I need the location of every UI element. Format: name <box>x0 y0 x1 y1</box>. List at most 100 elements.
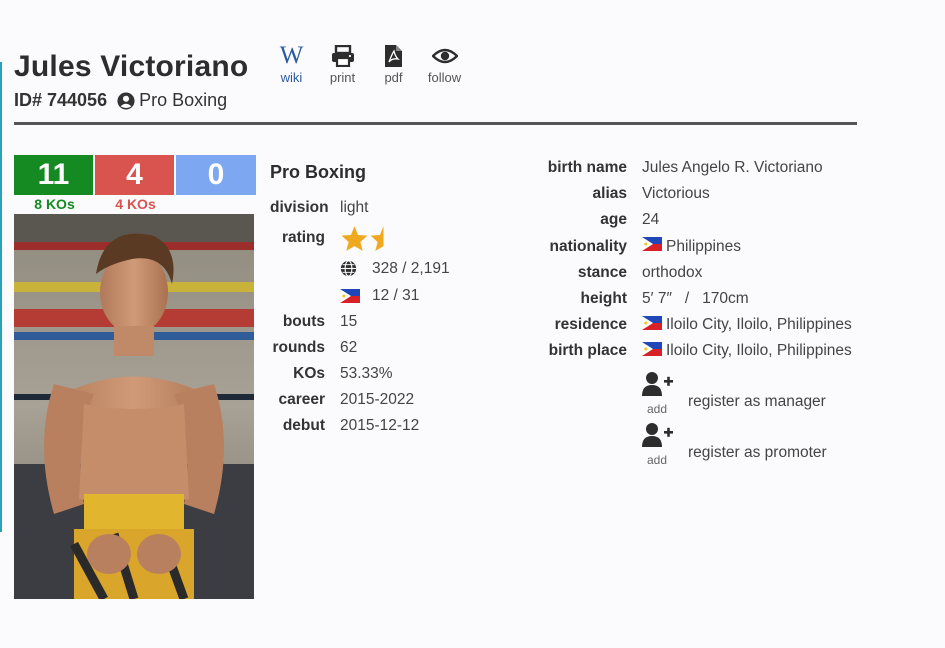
boxer-subline: ID# 744056 Pro Boxing <box>14 90 248 111</box>
philippines-flag-icon <box>340 288 362 303</box>
boxer-id: ID# 744056 <box>14 90 108 110</box>
age-label: age <box>600 211 627 229</box>
height-value: 5′ 7″ / 170cm <box>642 290 749 308</box>
debut-value: 2015-12-12 <box>340 417 420 434</box>
register-manager-link[interactable]: register as manager <box>688 393 826 411</box>
division-label: division <box>270 199 329 216</box>
rating-stars <box>340 225 398 252</box>
kos-row: KOs 53.33% <box>270 361 450 387</box>
printer-icon <box>331 45 354 67</box>
birth-place-label: birth place <box>548 342 627 360</box>
height-label: height <box>580 290 628 308</box>
follow-button[interactable]: follow <box>419 44 470 85</box>
pdf-icon <box>385 45 402 67</box>
ko-counts: 8 KOs 4 KOs <box>14 196 176 212</box>
stance-label: stance <box>577 263 627 281</box>
birth-name-row: birth name Jules Angelo R. Victoriano <box>540 155 852 181</box>
residence-label: residence <box>554 316 627 334</box>
user-circle-icon <box>117 91 135 110</box>
philippines-flag-icon <box>642 315 662 335</box>
wins-box: 11 <box>14 155 93 195</box>
star-full-icon <box>341 225 368 251</box>
boxer-sport: Pro Boxing <box>139 90 228 110</box>
bio-panel: birth name Jules Angelo R. Victoriano al… <box>540 155 852 467</box>
birth-place-value-wrap: Iloilo City, Iloilo, Philippines <box>642 341 852 361</box>
age-value: 24 <box>642 211 660 229</box>
star-half-icon <box>370 225 384 251</box>
record-boxes: 11 4 0 <box>14 155 256 195</box>
nationality-value[interactable]: Philippines <box>666 238 741 256</box>
debut-label: debut <box>282 417 325 434</box>
birth-name-label: birth name <box>547 159 627 177</box>
philippines-flag-icon <box>642 237 662 256</box>
bouts-row: bouts 15 <box>270 309 450 335</box>
career-row: career 2015-2022 <box>270 387 450 413</box>
rounds-label: rounds <box>272 339 325 356</box>
rating-row: rating <box>270 221 450 255</box>
pdf-label: pdf <box>384 70 403 85</box>
residence-value[interactable]: Iloilo City, Iloilo, Philippines <box>666 316 852 334</box>
add-label: add <box>646 401 668 416</box>
kos-value: 53.33% <box>340 365 393 382</box>
birth-name-value: Jules Angelo R. Victoriano <box>642 159 823 177</box>
stance-row: stance orthodox <box>540 260 852 286</box>
add-manager-button[interactable]: add <box>642 371 673 416</box>
print-label: print <box>329 70 356 85</box>
career-label: career <box>278 391 325 408</box>
rating-label: rating <box>281 229 325 246</box>
alias-label: alias <box>592 185 627 203</box>
header-divider <box>14 122 857 125</box>
philippines-flag-icon <box>642 341 662 361</box>
rounds-row: rounds 62 <box>270 335 450 361</box>
birth-place-row: birth place Iloilo City, Iloilo, Philipp… <box>540 338 852 364</box>
nationality-value-wrap: Philippines <box>642 237 741 256</box>
boxer-name: Jules Victoriano <box>14 50 249 83</box>
age-row: age 24 <box>540 207 852 233</box>
register-manager-row: add register as manager <box>642 371 852 416</box>
wiki-button[interactable]: W wiki <box>266 42 317 85</box>
add-label: add <box>646 452 668 467</box>
follow-label: follow <box>427 70 462 85</box>
world-rank-row: 328 / 2,191 <box>270 255 450 282</box>
nationality-label: nationality <box>549 237 627 255</box>
boxer-photo <box>14 214 254 599</box>
residence-row: residence Iloilo City, Iloilo, Philippin… <box>540 312 852 338</box>
world-rank: 328 / 2,191 <box>372 259 450 277</box>
user-plus-icon <box>642 422 673 447</box>
wiki-label: wiki <box>280 70 303 85</box>
country-rank: 12 / 31 <box>372 286 420 304</box>
birth-place-value[interactable]: Iloilo City, Iloilo, Philippines <box>666 342 852 360</box>
user-plus-icon <box>642 371 673 396</box>
loss-kos: 4 KOs <box>115 196 156 212</box>
wikipedia-icon: W <box>279 42 304 69</box>
stats-panel: Pro Boxing division light rating 328 / 2… <box>270 162 450 439</box>
debut-row: debut 2015-12-12 <box>270 413 450 439</box>
losses-box: 4 <box>95 155 174 195</box>
boxer-header: Jules Victoriano ID# 744056 Pro Boxing <box>14 50 248 111</box>
profile-actions: W wiki print pdf follow <box>266 42 470 85</box>
stance-value: orthodox <box>642 263 703 281</box>
career-value: 2015-2022 <box>340 391 415 408</box>
win-kos: 8 KOs <box>34 196 75 212</box>
alias-row: alias Victorious <box>540 181 852 207</box>
stats-title: Pro Boxing <box>270 162 367 182</box>
globe-icon <box>340 260 362 277</box>
left-edge-accent <box>0 62 2 532</box>
alias-value: Victorious <box>642 185 710 203</box>
division-row: division light <box>270 195 450 221</box>
add-promoter-button[interactable]: add <box>642 422 673 467</box>
residence-value-wrap: Iloilo City, Iloilo, Philippines <box>642 315 852 335</box>
register-promoter-row: add register as promoter <box>642 422 852 467</box>
division-value: light <box>340 199 369 216</box>
eye-icon <box>431 48 458 64</box>
bouts-value: 15 <box>340 313 358 330</box>
bouts-label: bouts <box>282 313 325 330</box>
register-promoter-link[interactable]: register as promoter <box>688 444 827 462</box>
print-button[interactable]: print <box>317 44 368 85</box>
rounds-value: 62 <box>340 339 358 356</box>
nationality-row: nationality Philippines <box>540 234 852 260</box>
pdf-button[interactable]: pdf <box>368 44 419 85</box>
kos-label: KOs <box>293 365 325 382</box>
height-row: height 5′ 7″ / 170cm <box>540 286 852 312</box>
draws-box: 0 <box>176 155 256 195</box>
